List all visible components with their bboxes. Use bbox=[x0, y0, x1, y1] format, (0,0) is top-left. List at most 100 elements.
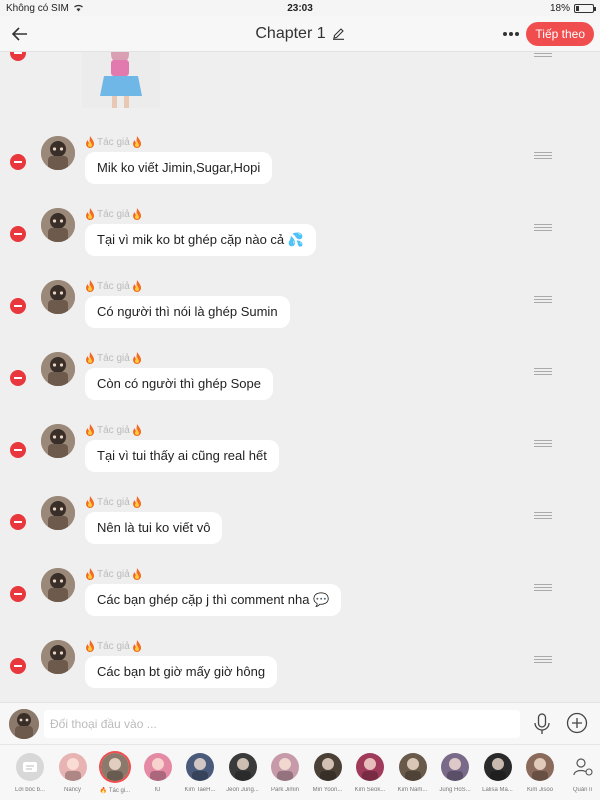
microphone-icon bbox=[534, 713, 550, 734]
author-name: Tác giả bbox=[85, 208, 142, 220]
message-emoji: 💬 bbox=[313, 592, 330, 607]
author-avatar[interactable] bbox=[41, 496, 75, 530]
message-photo[interactable] bbox=[82, 52, 160, 108]
carrier-info: Không có SIM bbox=[6, 3, 84, 14]
character-item[interactable]: Kim Jisoo bbox=[520, 753, 560, 793]
character-name: Lalisa Ma... bbox=[482, 787, 513, 793]
message-bubble[interactable]: Mik ko viết Jimin,Sugar,Hopi bbox=[85, 152, 273, 184]
character-item[interactable]: 🔥 Tác gi... bbox=[95, 753, 135, 794]
author-name-label: Tác giả bbox=[97, 568, 130, 580]
delete-message-button[interactable] bbox=[10, 226, 26, 242]
character-item[interactable]: IU bbox=[138, 753, 178, 793]
author-name-label: Tác giả bbox=[97, 496, 130, 508]
fire-icon bbox=[132, 424, 141, 436]
back-button[interactable] bbox=[0, 16, 40, 52]
drag-handle-icon[interactable] bbox=[534, 224, 552, 232]
author-name-label: Tác giả bbox=[97, 208, 130, 220]
next-button[interactable]: Tiếp theo bbox=[526, 22, 594, 46]
message-bubble[interactable]: Tại vì tui thấy ai cũng real hết bbox=[85, 440, 279, 472]
message-text: Nên là tui ko viết vô bbox=[97, 520, 211, 535]
chapter-title: Chapter 1 bbox=[255, 24, 326, 42]
author-avatar[interactable] bbox=[41, 136, 75, 170]
author-name: Tác giả bbox=[85, 424, 142, 436]
character-item[interactable]: Jung HoS... bbox=[435, 753, 475, 793]
dot-icon bbox=[515, 32, 519, 36]
delete-message-button[interactable] bbox=[10, 154, 26, 170]
drag-handle-icon[interactable] bbox=[534, 52, 552, 58]
drag-handle-icon[interactable] bbox=[534, 440, 552, 448]
message-bubble[interactable]: Các bạn bt giờ mấy giờ hông bbox=[85, 656, 278, 688]
drag-handle-icon[interactable] bbox=[534, 368, 552, 376]
delete-message-button[interactable] bbox=[10, 442, 26, 458]
message-bubble[interactable]: Tại vì mik ko bt ghép cặp nào cả 💦 bbox=[85, 224, 316, 256]
drag-handle-icon[interactable] bbox=[534, 296, 552, 304]
fire-icon bbox=[86, 568, 94, 580]
author-avatar[interactable] bbox=[41, 568, 75, 602]
clock: 23:03 bbox=[287, 2, 313, 14]
delete-message-button[interactable] bbox=[10, 370, 26, 386]
fire-icon bbox=[86, 640, 94, 652]
character-name: Lời bốc b... bbox=[15, 787, 45, 793]
drag-handle-icon[interactable] bbox=[534, 656, 552, 664]
mic-button[interactable] bbox=[532, 713, 552, 735]
character-item[interactable]: Kim Seok... bbox=[350, 753, 390, 793]
fire-icon bbox=[86, 424, 94, 436]
message-emoji: 💦 bbox=[287, 232, 304, 247]
delete-message-button[interactable] bbox=[10, 658, 26, 674]
message-text: Có người thì nói là ghép Sumin bbox=[97, 304, 278, 319]
drag-handle-icon[interactable] bbox=[534, 584, 552, 592]
drag-handle-icon[interactable] bbox=[534, 512, 552, 520]
fire-icon bbox=[86, 208, 94, 220]
character-avatar bbox=[441, 753, 469, 781]
author-avatar[interactable] bbox=[41, 208, 75, 242]
message-text: Mik ko viết Jimin,Sugar,Hopi bbox=[97, 160, 261, 175]
character-item[interactable]: Lalisa Ma... bbox=[478, 753, 518, 793]
battery-percent: 18% bbox=[549, 2, 570, 14]
fire-icon bbox=[86, 136, 94, 148]
add-button[interactable] bbox=[566, 712, 588, 734]
fire-icon bbox=[86, 496, 94, 508]
message-row: Tác giả Tại vì mik ko bt ghép cặp nào cả … bbox=[0, 208, 600, 280]
author-name-label: Tác giả bbox=[97, 424, 130, 436]
author-avatar[interactable] bbox=[41, 640, 75, 674]
image-message bbox=[0, 52, 600, 112]
speaker-avatar[interactable] bbox=[9, 709, 39, 739]
character-item[interactable]: Park Jimin bbox=[265, 753, 305, 793]
character-avatar bbox=[228, 753, 257, 781]
author-name: Tác giả bbox=[85, 640, 142, 652]
delete-message-button[interactable] bbox=[10, 514, 26, 530]
author-avatar[interactable] bbox=[41, 280, 75, 314]
message-bubble[interactable]: Có người thì nói là ghép Sumin bbox=[85, 296, 290, 328]
message-bubble[interactable]: Nên là tui ko viết vô bbox=[85, 512, 223, 544]
character-item[interactable]: Kim TaeH... bbox=[180, 753, 220, 793]
author-avatar[interactable] bbox=[41, 352, 75, 386]
delete-message-button[interactable] bbox=[10, 52, 26, 61]
author-avatar[interactable] bbox=[41, 424, 75, 458]
message-row: Tác giả Tại vì tui thấy ai cũng real hết bbox=[0, 424, 600, 496]
character-item[interactable]: Kim Nam... bbox=[393, 753, 433, 793]
character-name: Jeon Jung... bbox=[226, 787, 259, 793]
character-item[interactable]: Quản lí bbox=[563, 753, 600, 793]
message-text: Các bạn ghép cặp j thì comment nha bbox=[97, 592, 310, 607]
character-name: Jung HoS... bbox=[439, 787, 471, 793]
message-bubble[interactable]: Còn có người thì ghép Sope bbox=[85, 368, 273, 400]
character-avatar bbox=[271, 753, 299, 781]
edit-title-button[interactable] bbox=[332, 27, 345, 40]
delete-message-button[interactable] bbox=[10, 586, 26, 602]
message-text: Còn có người thì ghép Sope bbox=[97, 376, 261, 391]
author-name: Tác giả bbox=[85, 280, 142, 292]
character-item[interactable]: Lời bốc b... bbox=[10, 753, 50, 793]
character-item[interactable]: Nancy bbox=[53, 753, 93, 793]
character-item[interactable]: Min Yoon... bbox=[308, 753, 348, 793]
character-item[interactable]: Jeon Jung... bbox=[223, 753, 263, 793]
fire-icon bbox=[132, 640, 141, 652]
dialogue-input[interactable] bbox=[44, 710, 520, 738]
plus-circle-icon bbox=[566, 712, 588, 734]
drag-handle-icon[interactable] bbox=[534, 152, 552, 160]
more-options-button[interactable] bbox=[500, 24, 522, 44]
manage-characters-icon bbox=[569, 753, 597, 781]
message-bubble[interactable]: Các bạn ghép cặp j thì comment nha 💬 bbox=[85, 584, 342, 616]
back-arrow-icon bbox=[12, 26, 27, 41]
character-avatar bbox=[398, 753, 427, 781]
delete-message-button[interactable] bbox=[10, 298, 26, 314]
